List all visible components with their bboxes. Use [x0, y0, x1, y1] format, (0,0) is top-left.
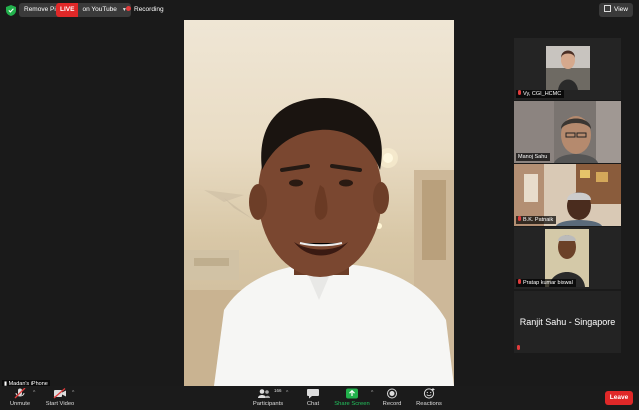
live-badge: LIVE — [56, 3, 79, 17]
participants-button[interactable]: 166 Participants — [251, 388, 285, 407]
muted-mic-icon — [518, 216, 521, 222]
gallery-tile[interactable]: Ranjit Sahu - Singapore — [514, 291, 621, 353]
chat-label: Chat — [306, 401, 320, 407]
chevron-up-icon[interactable]: ^ — [72, 390, 74, 396]
participants-count: 166 — [274, 388, 282, 393]
participants-icon — [258, 389, 270, 398]
participant-name: Ranjit Sahu - Singapore — [519, 317, 616, 327]
participant-name: Vy, CGI_HCMC — [516, 90, 565, 98]
smiley-icon — [423, 388, 435, 399]
chat-button[interactable]: Chat — [303, 388, 323, 407]
video-off-icon — [53, 388, 66, 399]
start-video-label: Start Video — [45, 401, 75, 407]
grid-view-icon — [604, 4, 612, 12]
share-screen-button[interactable]: Share Screen — [333, 388, 371, 407]
main-speaker-video[interactable] — [184, 20, 454, 386]
muted-mic-icon — [518, 90, 521, 96]
gallery-tile[interactable]: B.K. Patnaik — [514, 164, 621, 226]
share-screen-label: Share Screen — [334, 401, 370, 407]
muted-mic-icon — [518, 279, 521, 285]
gallery-tile[interactable]: Vy, CGI_HCMC — [514, 38, 621, 100]
reactions-label: Reactions — [416, 401, 442, 407]
share-screen-icon — [346, 388, 358, 399]
security-shield-icon — [6, 5, 16, 16]
live-destination-label: on YouTube — [82, 6, 117, 13]
gallery-tile[interactable]: Pratap kumar biswal — [514, 227, 621, 289]
muted-mic-icon — [517, 345, 520, 350]
participants-label: Participants — [252, 401, 284, 407]
chevron-up-icon[interactable]: ^ — [33, 390, 35, 396]
record-dot-icon — [126, 5, 131, 11]
chat-icon — [307, 389, 319, 399]
reactions-button[interactable]: Reactions — [414, 388, 444, 407]
gallery-tile[interactable]: Manoj Sahu — [514, 101, 621, 163]
view-label: View — [614, 6, 628, 13]
recording-indicator[interactable]: Recording — [126, 3, 164, 17]
meeting-controls: Unmute ^ Start Video ^ 166 Participants … — [0, 386, 639, 410]
leave-button[interactable]: Leave — [605, 391, 633, 405]
record-icon — [387, 388, 397, 399]
unmute-button[interactable]: Unmute — [8, 388, 32, 407]
view-button[interactable]: View — [599, 3, 633, 17]
live-stream-menu[interactable]: LIVE on YouTube ▼ — [56, 3, 131, 17]
chevron-up-icon[interactable]: ^ — [286, 390, 288, 396]
participant-name: Pratap kumar biswal — [516, 279, 576, 287]
meeting-topbar: Remove Pin LIVE on YouTube ▼ Recording V… — [0, 0, 639, 20]
recording-label: Recording — [134, 6, 164, 13]
record-button[interactable]: Record — [380, 388, 404, 407]
participant-name: B.K. Patnaik — [516, 216, 557, 224]
record-label: Record — [382, 401, 402, 407]
unmute-label: Unmute — [9, 401, 31, 407]
chevron-up-icon[interactable]: ^ — [371, 390, 373, 396]
muted-mic-icon — [14, 388, 26, 399]
speaker-video-frame — [184, 98, 454, 386]
participant-name: Manoj Sahu — [516, 153, 551, 161]
